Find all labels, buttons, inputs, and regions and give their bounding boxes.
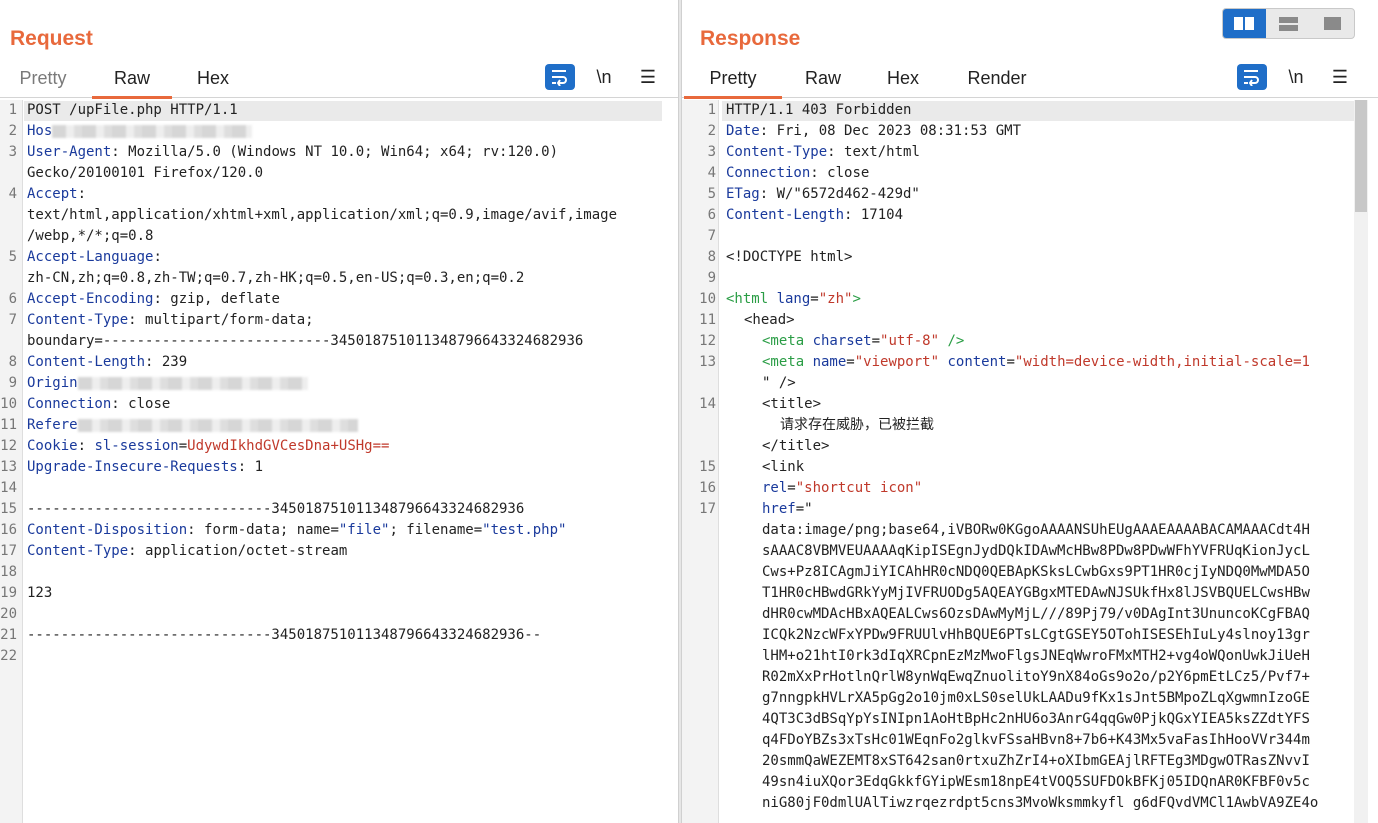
- response-tab-hex[interactable]: Hex: [870, 60, 936, 96]
- response-tab-pretty[interactable]: Pretty: [684, 60, 782, 99]
- code-line: Cws+Pz8ICAgmJiYICAhHR0cNDQ0QEBApKSksLCwb…: [762, 564, 1310, 580]
- newline-toggle-icon[interactable]: \n: [1281, 64, 1311, 90]
- menu-icon[interactable]: ☰: [1325, 64, 1355, 90]
- code-line: 10 Connection: close: [0, 396, 171, 412]
- code-line: 7: [707, 228, 716, 244]
- redacted-origin: [77, 376, 308, 390]
- code-line: T1HR0cHBwdGRkYyMjIVFRUODg5AQEAYGBgxMTEDA…: [762, 585, 1310, 601]
- code-line: 12 <meta charset="utf-8" />: [699, 333, 965, 349]
- response-title: Response: [700, 27, 801, 50]
- request-toolbar: \n ☰: [545, 64, 665, 90]
- code-line: 8 <!DOCTYPE html>: [707, 249, 853, 265]
- code-line: 请求存在威胁，已被拦截: [780, 417, 934, 433]
- code-line: 9 Origin: [0, 373, 678, 394]
- layout-stacked-icon[interactable]: [1267, 9, 1310, 38]
- code-line: boundary=---------------------------3450…: [27, 333, 584, 349]
- word-wrap-icon[interactable]: [545, 64, 575, 90]
- code-line: lHM+o21htI0rk3dIqXRCpnEzMzMwoFlgsJNEqWwr…: [762, 648, 1310, 664]
- request-tab-raw[interactable]: Raw: [92, 60, 172, 99]
- code-line: q4FDoYBZs3xTsHc01WEqnFo2glkvFSsaHBvn8+7b…: [762, 732, 1310, 748]
- response-scrollbar[interactable]: [1354, 100, 1368, 823]
- code-line: sAAAC8VBMVEUAAAAqKipISEgnJydDQkIDAwMcHBw…: [762, 543, 1310, 559]
- code-line: 17 Content-Type: application/octet-stream: [0, 543, 348, 559]
- code-line: g7nngpkHVLrXA5pGg2o10jm0xLS0selUkLAADu9f…: [762, 690, 1310, 706]
- response-pane: Response Pretty Raw Hex Render \n ☰ 1 HTT…: [682, 0, 1378, 823]
- code-line: " />: [762, 375, 796, 391]
- code-line: 5 ETag: W/"6572d462-429d": [707, 186, 920, 202]
- code-line: 4QT3C3dBSqYpYsINIpn1AoHtBpHc2nHU6o3AnrG4…: [762, 711, 1310, 727]
- code-line: 16 rel="shortcut icon": [699, 480, 923, 496]
- code-line: Gecko/20100101 Firefox/120.0: [27, 165, 264, 181]
- layout-side-by-side-icon[interactable]: [1223, 9, 1266, 38]
- code-line: 2 Date: Fri, 08 Dec 2023 08:31:53 GMT: [707, 123, 1022, 139]
- code-line: 6 Content-Length: 17104: [707, 207, 904, 223]
- code-line: 13 Upgrade-Insecure-Requests: 1: [0, 459, 264, 475]
- code-line: 4 Accept:: [8, 186, 87, 202]
- code-line: ICQk2NzcWFxYPDw9FRUUlvHhBQUE6PTsLCgtGSEY…: [762, 627, 1310, 643]
- code-line: zh-CN,zh;q=0.8,zh-TW;q=0.7,zh-HK;q=0.5,e…: [27, 270, 525, 286]
- response-editor[interactable]: 1 HTTP/1.1 403 Forbidden 2 Date: Fri, 08 D…: [682, 100, 1354, 823]
- layout-single-icon[interactable]: [1311, 9, 1354, 38]
- code-line: 7 Content-Type: multipart/form-data;: [8, 312, 314, 328]
- code-line: 2 Hos: [0, 121, 678, 142]
- code-line: niG80jF0dmlUAlTiwzrqezrdpt5cns3MvoWksmmk…: [762, 795, 1319, 811]
- code-line: 3 Content-Type: text/html: [707, 144, 920, 160]
- code-line: dHR0cwMDAcHBxAQEALCws6OzsDAwMyMjL///89Pj…: [762, 606, 1310, 622]
- code-line: 49sn4iuXQor3EdqGkkfGYipWEsm18npE4tVOQ5SU…: [762, 774, 1310, 790]
- request-pane: Request Pretty Raw Hex \n ☰ 1 POST /upFil…: [0, 0, 678, 823]
- code-line: 6 Accept-Encoding: gzip, deflate: [8, 291, 280, 307]
- code-line: R02mXxPrHotlnQrlW8ynWqEwqZnuolitoY9nX84o…: [762, 669, 1310, 685]
- code-line: 19 123: [0, 585, 53, 601]
- request-tab-pretty[interactable]: Pretty: [6, 60, 80, 96]
- code-line: 21 -----------------------------345018751…: [0, 627, 542, 643]
- code-line: 14 <title>: [699, 396, 822, 412]
- code-line: 15 <link: [699, 459, 805, 475]
- layout-toggle: [1222, 8, 1355, 39]
- redacted-host: [52, 124, 253, 138]
- code-line: 5 Accept-Language:: [8, 249, 162, 265]
- code-line: 17 href=": [699, 501, 813, 517]
- request-tab-hex[interactable]: Hex: [180, 60, 246, 96]
- code-line: 12 Cookie: sl-session=UdywdIkhdGVCesDna+U…: [0, 438, 390, 454]
- code-line: /webp,*/*;q=0.8: [27, 228, 154, 244]
- code-line: 8 Content-Length: 239: [8, 354, 188, 370]
- code-line: text/html,application/xhtml+xml,applicat…: [27, 207, 618, 223]
- code-line: 9: [707, 270, 716, 286]
- response-toolbar: \n ☰: [1237, 64, 1357, 90]
- response-tab-render[interactable]: Render: [952, 60, 1042, 96]
- code-line: 10 <html lang="zh">: [699, 291, 861, 307]
- code-line: 20smmQaWEZEMT8xST642san0rtxuZhZrI4+oXIbm…: [762, 753, 1310, 769]
- scrollbar-thumb[interactable]: [1355, 100, 1367, 212]
- code-line: 11 <head>: [699, 312, 795, 328]
- code-line: 22: [0, 648, 17, 664]
- code-line: 3 User-Agent: Mozilla/5.0 (Windows NT 10.…: [8, 144, 559, 160]
- code-line: 1 POST /upFile.php HTTP/1.1: [0, 100, 678, 121]
- code-line: 4 Connection: close: [707, 165, 870, 181]
- code-line: 16 Content-Disposition: form-data; name="…: [0, 522, 567, 538]
- request-title: Request: [10, 27, 93, 50]
- code-line: 13 <meta name="viewport" content="width=d…: [699, 354, 1310, 370]
- code-line: 18: [0, 564, 17, 580]
- code-line: 15 -----------------------------345018751…: [0, 501, 525, 517]
- redacted-referer: [77, 418, 358, 432]
- request-editor[interactable]: 1 POST /upFile.php HTTP/1.1 2 Hos 3 User-Ag…: [0, 100, 678, 823]
- code-line: 14: [0, 480, 17, 496]
- code-line: </title>: [762, 438, 830, 454]
- response-tab-raw[interactable]: Raw: [790, 60, 856, 96]
- menu-icon[interactable]: ☰: [633, 64, 663, 90]
- code-line: 20: [0, 606, 17, 622]
- word-wrap-icon[interactable]: [1237, 64, 1267, 90]
- code-line: 11 Refere: [0, 415, 678, 436]
- code-line: 1 HTTP/1.1 403 Forbidden: [682, 100, 1354, 121]
- newline-toggle-icon[interactable]: \n: [589, 64, 619, 90]
- code-line: data:image/png;base64,iVBORw0KGgoAAAANSU…: [762, 522, 1310, 538]
